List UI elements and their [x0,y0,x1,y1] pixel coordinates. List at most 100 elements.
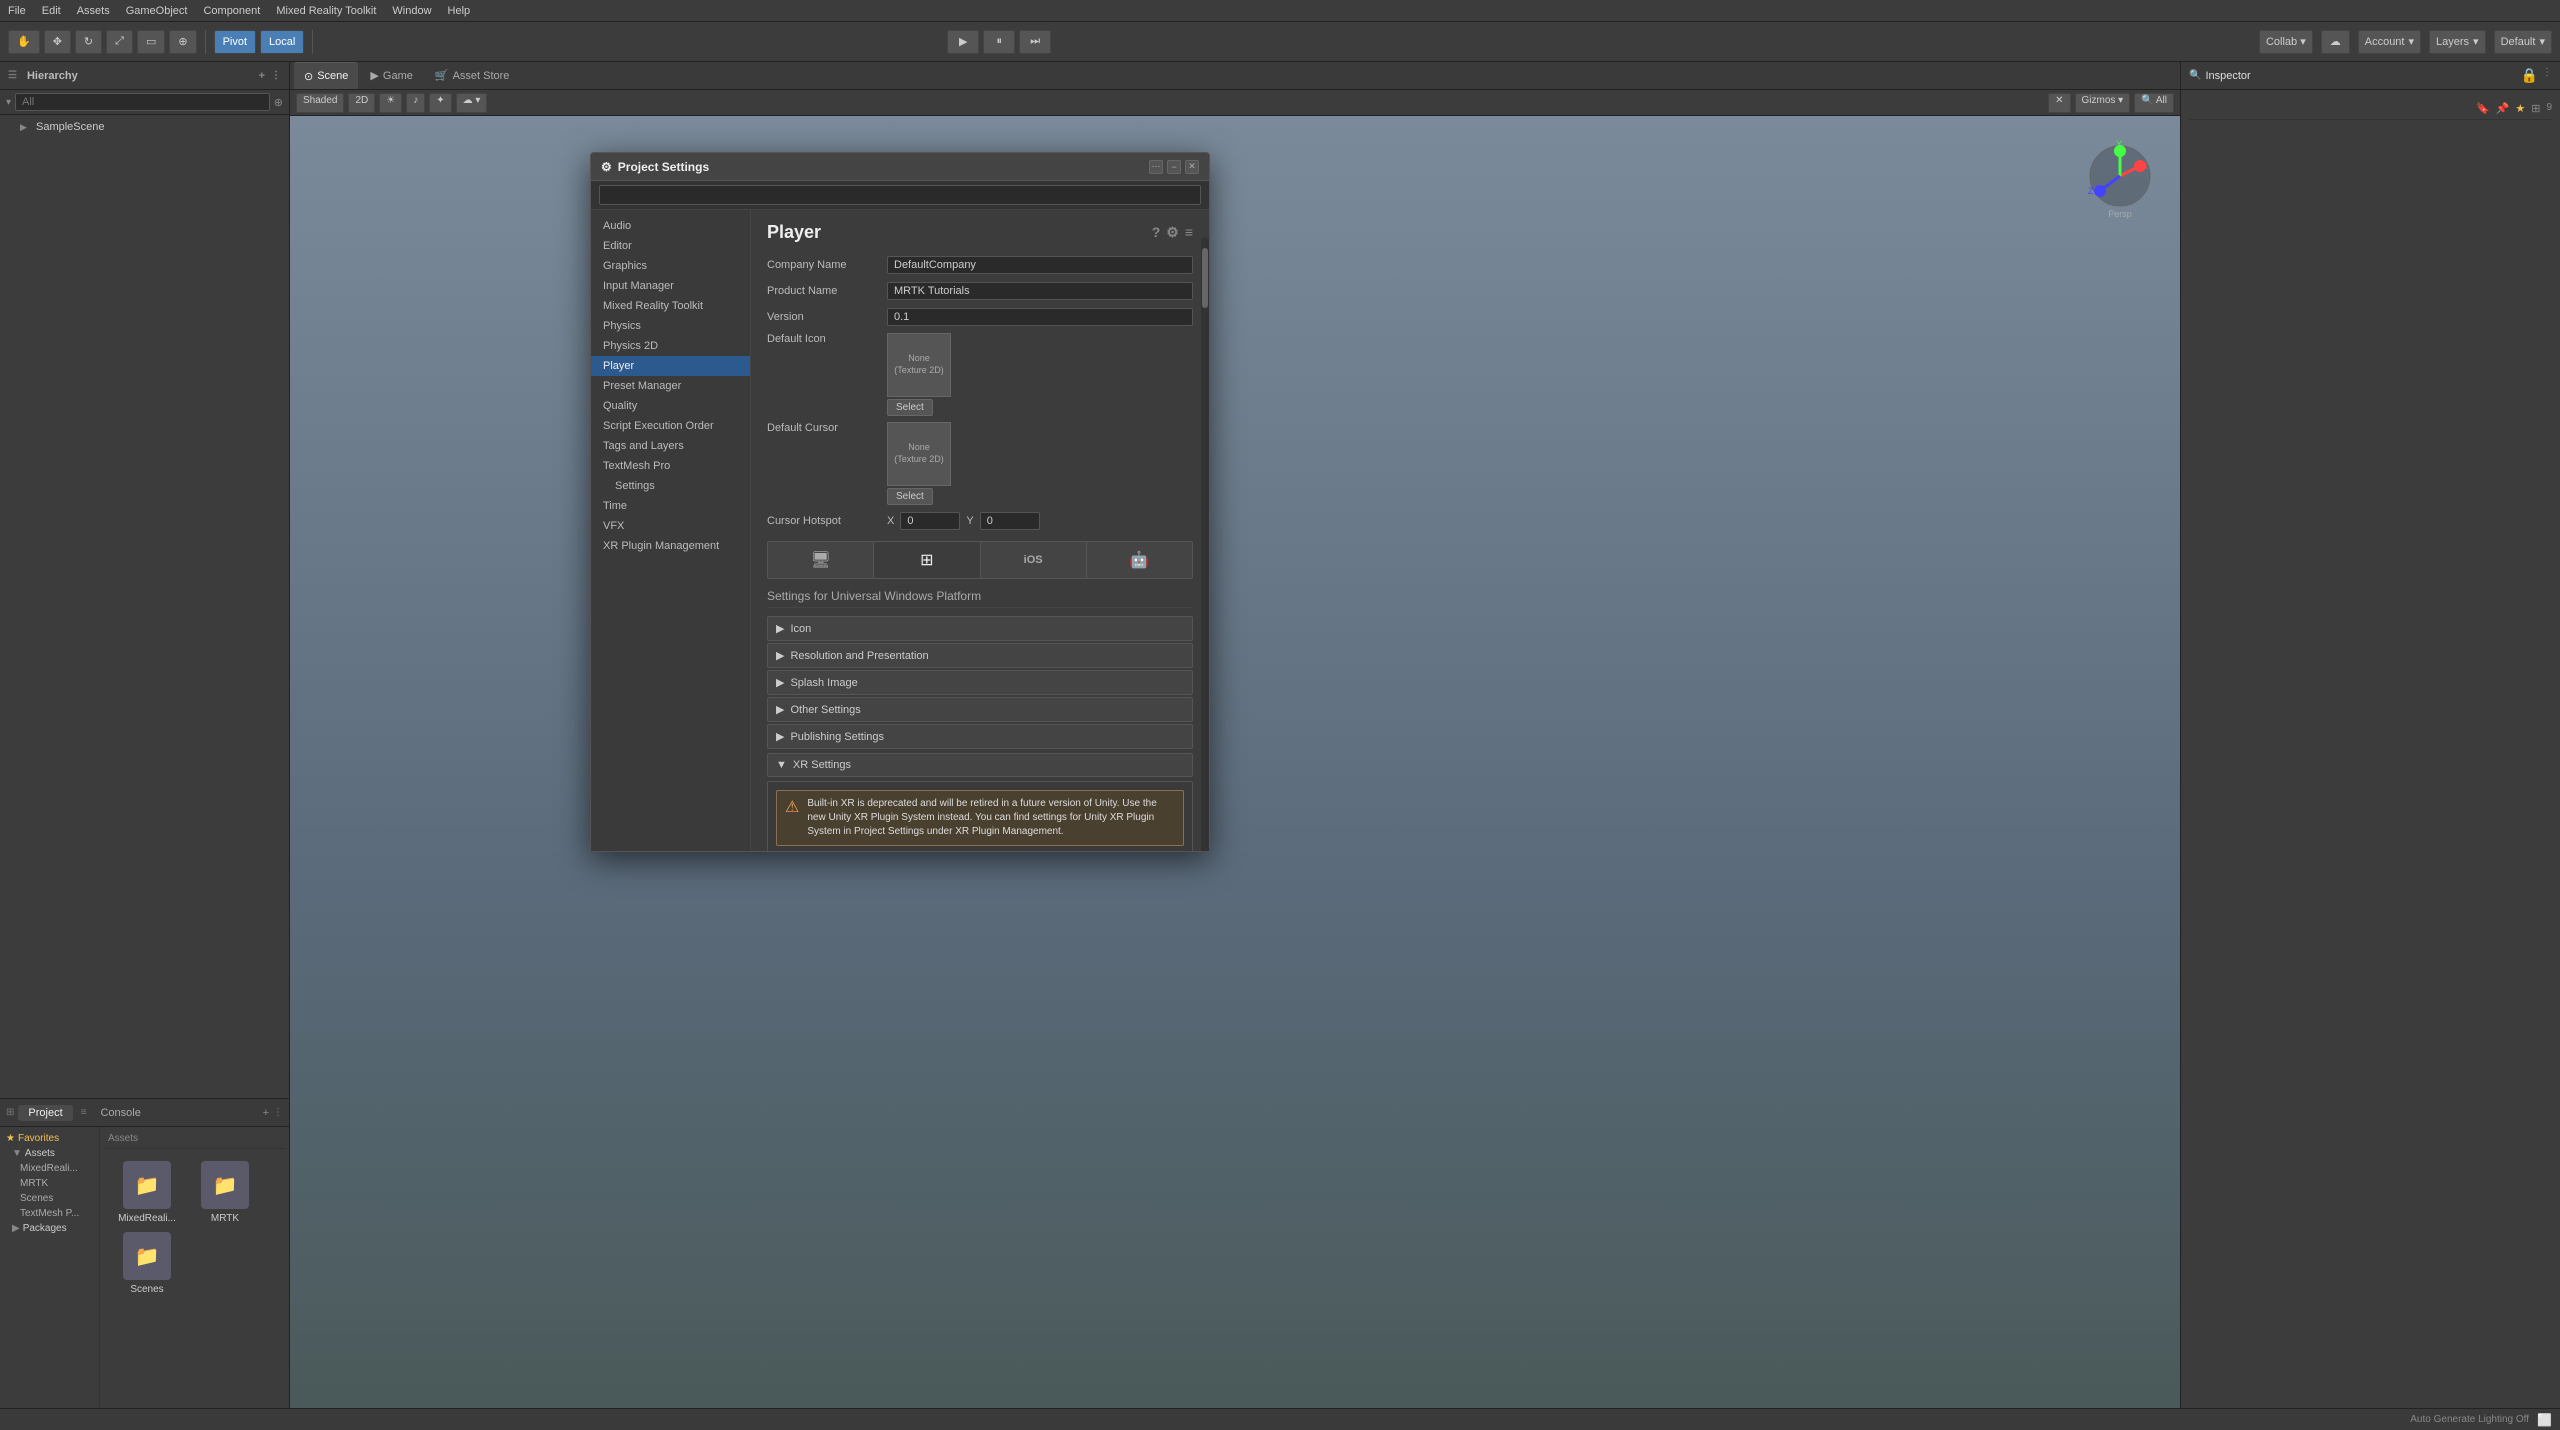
settings-audio[interactable]: Audio [591,216,750,236]
settings-search-input[interactable] [599,185,1201,205]
pivot-toggle[interactable]: Pivot [214,30,256,54]
cursor-x-input[interactable] [900,512,960,530]
inspector-star-icon[interactable]: ★ [2515,102,2525,115]
cloud-button[interactable]: ☁ [2321,30,2350,54]
platform-tab-uwp[interactable]: ⊞ [874,542,980,578]
default-cursor-select-btn[interactable]: Select [887,488,933,505]
settings-quality[interactable]: Quality [591,396,750,416]
collab-dropdown[interactable]: Collab ▾ [2259,30,2313,54]
tree-textmesh[interactable]: TextMesh P... [0,1206,99,1221]
menu-gameobject[interactable]: GameObject [126,5,188,17]
inspector-menu-btn[interactable]: ⋮ [2542,67,2552,84]
settings-textmesh[interactable]: TextMesh Pro [591,456,750,476]
menu-file[interactable]: File [8,5,26,17]
settings-time[interactable]: Time [591,496,750,516]
version-input[interactable] [887,308,1193,326]
settings-mrtk[interactable]: Mixed Reality Toolkit [591,296,750,316]
shading-dropdown[interactable]: Shaded [296,93,344,113]
tree-scenes[interactable]: Scenes [0,1191,99,1206]
settings-textmesh-settings[interactable]: Settings [591,476,750,496]
local-toggle[interactable]: Local [260,30,304,54]
project-menu-btn[interactable]: ⋮ [273,1107,283,1119]
settings-editor[interactable]: Editor [591,236,750,256]
menu-assets[interactable]: Assets [77,5,110,17]
default-icon-select-btn[interactable]: Select [887,399,933,416]
tree-packages[interactable]: ▶ Packages [0,1221,99,1236]
game-tab[interactable]: ▶ Game [360,62,422,89]
menu-component[interactable]: Component [203,5,260,17]
settings-graphics[interactable]: Graphics [591,256,750,276]
company-name-input[interactable] [887,256,1193,274]
publishing-section-header[interactable]: ▶ Publishing Settings [767,724,1193,749]
dialog-dots-btn[interactable]: ⋯ [1149,160,1163,174]
settings-preset-manager[interactable]: Preset Manager [591,376,750,396]
other-section-header[interactable]: ▶ Other Settings [767,697,1193,722]
account-dropdown[interactable]: Account ▾ [2358,30,2421,54]
scene-gizmo[interactable]: X Y Z Persp [2080,136,2160,216]
settings-physics2d[interactable]: Physics 2D [591,336,750,356]
hierarchy-search-input[interactable] [15,93,270,111]
settings-input-manager[interactable]: Input Manager [591,276,750,296]
assets-tree-item[interactable]: ▼ Assets [0,1146,99,1161]
product-name-input[interactable] [887,282,1193,300]
inspector-lock-icon[interactable]: 🔒 [2521,67,2538,84]
hierarchy-add-btn[interactable]: + [259,70,265,82]
2d-toggle[interactable]: 2D [348,93,375,113]
menu-window[interactable]: Window [392,5,431,17]
platform-tab-android[interactable]: 🤖 [1087,542,1192,578]
dialog-minimize-btn[interactable]: − [1167,160,1181,174]
settings-script-exec[interactable]: Script Execution Order [591,416,750,436]
search-scene-btn[interactable]: 🔍 All [2134,93,2174,113]
settings-scrollbar[interactable] [1201,238,1209,851]
hierarchy-search-clear[interactable]: ⊕ [274,96,283,109]
asset-item-scenes[interactable]: 📁 Scenes [112,1232,182,1295]
favorites-item[interactable]: ★ Favorites [0,1131,99,1146]
platform-tab-ios[interactable]: iOS [981,542,1087,578]
settings-cog-icon[interactable]: ⚙ [1166,224,1179,241]
tool-move[interactable]: ✥ [44,30,71,54]
pause-button[interactable]: ⏸ [983,30,1015,54]
tool-hand[interactable]: ✋ [8,30,40,54]
settings-tags-layers[interactable]: Tags and Layers [591,436,750,456]
inspector-pin-icon[interactable]: 📌 [2496,102,2510,115]
play-button[interactable]: ▶ [947,30,979,54]
icon-section-header[interactable]: ▶ Icon [767,616,1193,641]
layers-dropdown[interactable]: Layers ▾ [2429,30,2486,54]
settings-vfx[interactable]: VFX [591,516,750,536]
gizmos-btn[interactable]: Gizmos ▾ [2075,93,2131,113]
settings-physics[interactable]: Physics [591,316,750,336]
menu-help[interactable]: Help [448,5,471,17]
hierarchy-menu-btn[interactable]: ⋮ [271,70,281,82]
tool-scale[interactable]: ⤢ [106,30,133,54]
splash-section-header[interactable]: ▶ Splash Image [767,670,1193,695]
settings-xr-plugin[interactable]: XR Plugin Management [591,536,750,556]
lighting-toggle[interactable]: ☀ [379,93,402,113]
asset-store-tab[interactable]: 🛒 Asset Store [425,62,520,89]
tool-rect[interactable]: ▭ [137,30,165,54]
project-tab[interactable]: Project [18,1105,72,1121]
xr-section-header[interactable]: ▼ XR Settings [767,753,1193,777]
asset-item-mrtk[interactable]: 📁 MRTK [190,1161,260,1224]
page-icon[interactable]: ≡ [1185,224,1193,241]
audio-toggle[interactable]: ♪ [406,93,425,113]
default-dropdown[interactable]: Default ▾ [2494,30,2552,54]
console-tab[interactable]: Console [90,1105,150,1121]
close-scene-btn[interactable]: ✕ [2048,93,2070,113]
tree-mrtk[interactable]: MRTK [0,1176,99,1191]
resolution-section-header[interactable]: ▶ Resolution and Presentation [767,643,1193,668]
menu-mrtk[interactable]: Mixed Reality Toolkit [276,5,376,17]
scene-tab[interactable]: ⊙ Scene [294,62,358,89]
step-button[interactable]: ⏭ [1019,30,1051,54]
project-add-btn[interactable]: + [263,1107,269,1119]
inspector-expand-icon[interactable]: ⊞ [2531,102,2540,115]
fx-toggle[interactable]: ✦ [429,93,451,113]
asset-item-mixedreali[interactable]: 📁 MixedReali... [112,1161,182,1224]
tree-mixedreali[interactable]: MixedReali... [0,1161,99,1176]
inspector-bookmark-icon[interactable]: 🔖 [2476,102,2490,115]
hierarchy-item-samplescene[interactable]: ▶ SampleScene [0,119,289,135]
tool-all[interactable]: ⊕ [169,30,196,54]
vis-btn[interactable]: ☁ ▾ [456,93,488,113]
menu-edit[interactable]: Edit [42,5,61,17]
help-icon[interactable]: ? [1152,224,1161,241]
status-slider[interactable]: ⬜ [2537,1413,2552,1427]
